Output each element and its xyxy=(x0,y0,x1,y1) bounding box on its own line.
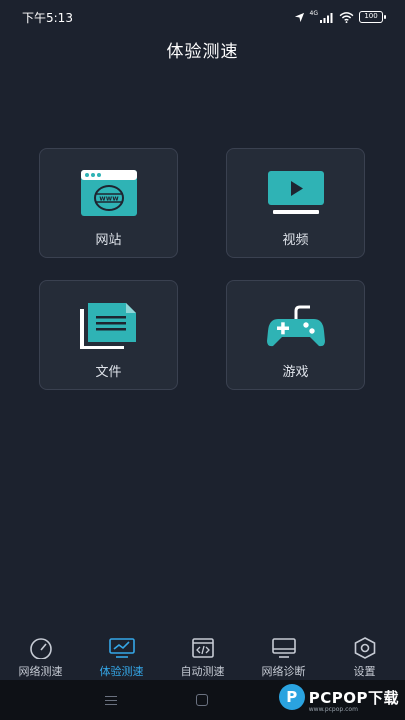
home-icon[interactable] xyxy=(196,694,208,706)
menu-icon[interactable] xyxy=(105,696,117,705)
tile-label: 网站 xyxy=(95,233,122,248)
tile-file[interactable]: 文件 xyxy=(39,280,178,390)
tab-settings[interactable]: 设置 xyxy=(324,636,405,679)
tab-label: 设置 xyxy=(353,665,376,678)
status-time: 下午5:13 xyxy=(22,10,73,25)
page-title: 体验测速 xyxy=(166,42,239,62)
status-bar: 下午5:13 4G 100 xyxy=(0,0,405,34)
svg-text:www: www xyxy=(99,195,119,203)
tile-label: 视频 xyxy=(282,233,309,248)
tab-label: 自动测速 xyxy=(180,665,225,678)
gamepad-icon xyxy=(266,299,326,351)
watermark-text: PCPOP下载 xyxy=(308,688,399,707)
network-type-label: 4G xyxy=(309,10,318,17)
tab-experience-speed[interactable]: 体验测速 xyxy=(81,636,162,679)
tile-game[interactable]: 游戏 xyxy=(226,280,365,390)
tab-network-speed[interactable]: 网络测速 xyxy=(0,636,81,679)
watermark-subtext: www.pcpop.com xyxy=(308,706,358,713)
browser-www-icon: www xyxy=(80,167,138,219)
speedometer-icon xyxy=(28,636,54,660)
status-icons: 4G 100 xyxy=(294,10,386,23)
tab-network-diagnosis[interactable]: 网络诊断 xyxy=(243,636,324,679)
battery-icon: 100 xyxy=(359,11,386,23)
wifi-icon xyxy=(339,11,354,23)
monitor-icon xyxy=(271,636,297,660)
battery-level: 100 xyxy=(364,12,378,20)
watermark-logo: P xyxy=(278,684,305,710)
video-play-icon xyxy=(267,167,325,219)
tab-label: 体验测速 xyxy=(99,665,144,678)
bottom-tab-bar: 网络测速 体验测速 自动测速 网络诊断 设置 xyxy=(0,628,405,680)
document-icon xyxy=(79,299,138,351)
settings-hexagon-icon xyxy=(353,636,377,660)
tile-website[interactable]: www 网站 xyxy=(39,148,178,258)
signal-icon xyxy=(320,12,333,23)
location-arrow-icon xyxy=(294,12,304,22)
tile-label: 游戏 xyxy=(282,365,309,380)
tile-video[interactable]: 视频 xyxy=(226,148,365,258)
tile-label: 文件 xyxy=(95,365,122,380)
tab-label: 网络诊断 xyxy=(261,665,306,678)
tab-auto-speed[interactable]: 自动测速 xyxy=(162,636,243,679)
watermark: P PCPOP下载 www.pcpop.com xyxy=(278,684,399,713)
monitor-chart-icon xyxy=(108,636,136,660)
code-window-icon xyxy=(190,636,216,660)
tab-label: 网络测速 xyxy=(18,665,63,678)
